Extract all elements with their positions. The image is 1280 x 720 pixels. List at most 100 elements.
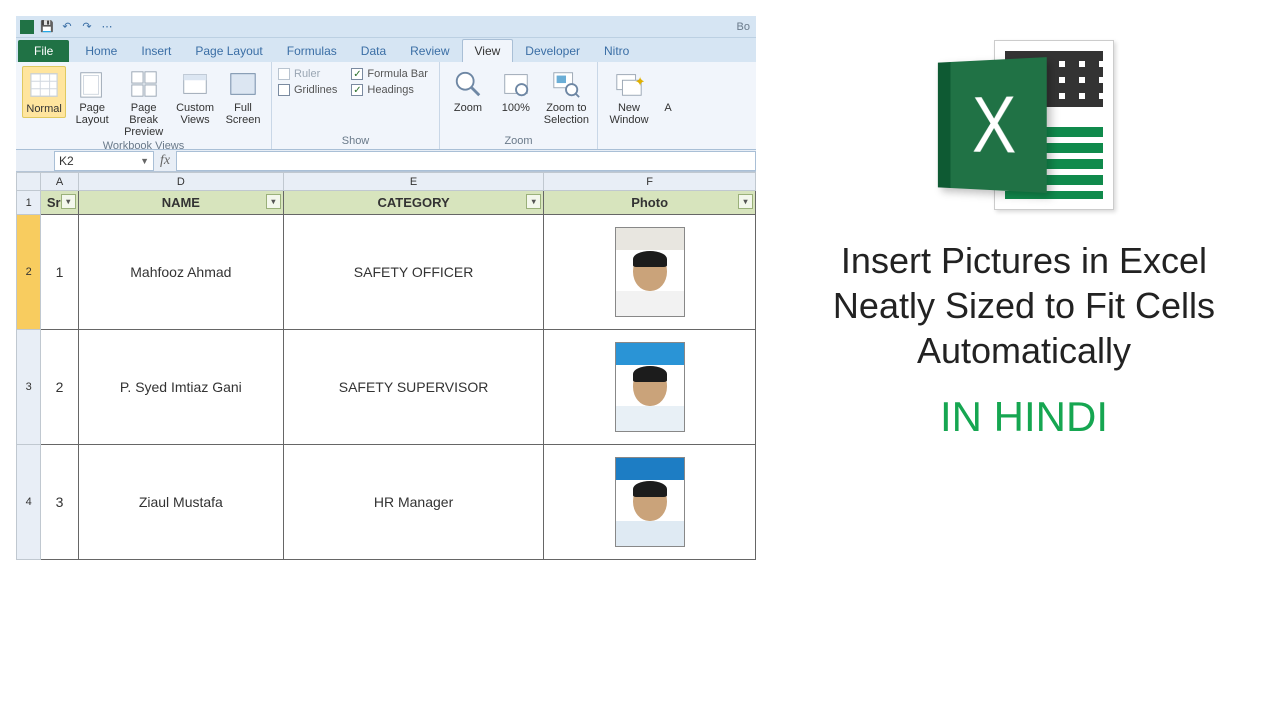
cell-name[interactable]: Ziaul Mustafa — [78, 445, 283, 560]
zoom-icon — [452, 68, 484, 100]
col-header-e[interactable]: E — [283, 173, 543, 191]
normal-view-label: Normal — [26, 103, 61, 115]
full-screen-icon — [227, 68, 259, 100]
cell-sr[interactable]: 3 — [41, 445, 79, 560]
zoom-selection-label: Zoom to Selection — [544, 102, 589, 126]
name-box-value: K2 — [59, 154, 74, 168]
ribbon-group-zoom: Zoom 100% Zoom to Selection Zoom — [440, 62, 598, 149]
custom-views-icon — [179, 68, 211, 100]
custom-views-button[interactable]: Custom Views — [173, 66, 217, 128]
tab-insert[interactable]: Insert — [129, 40, 183, 62]
ribbon-group-window: ✦ New Window A — [598, 62, 756, 149]
page-layout-button[interactable]: Page Layout — [70, 66, 114, 128]
new-window-label: New Window — [606, 102, 652, 126]
name-box[interactable]: K2 ▼ — [54, 151, 154, 171]
save-icon[interactable]: 💾 — [40, 20, 54, 34]
normal-view-button[interactable]: Normal — [22, 66, 66, 118]
gridlines-checkbox[interactable]: Gridlines — [278, 82, 337, 98]
arrange-button-trunc[interactable]: A — [658, 66, 678, 116]
redo-icon[interactable]: ↷ — [80, 20, 94, 34]
tab-data[interactable]: Data — [349, 40, 398, 62]
filter-icon[interactable]: ▾ — [526, 194, 541, 209]
col-header-a[interactable]: A — [41, 173, 79, 191]
zoom-100-button[interactable]: 100% — [494, 66, 538, 116]
ribbon-group-views: Normal Page Layout Page Break Preview — [16, 62, 272, 149]
excel-icon — [20, 20, 34, 34]
header-name[interactable]: NAME▾ — [78, 191, 283, 215]
tab-home[interactable]: Home — [73, 40, 129, 62]
cell-photo[interactable] — [544, 445, 756, 560]
promo-line3: Automatically — [833, 328, 1215, 373]
cell-photo[interactable] — [544, 215, 756, 330]
page-break-button[interactable]: Page Break Preview — [118, 66, 169, 140]
formula-input[interactable] — [176, 151, 756, 171]
excel-logo: X — [934, 40, 1114, 210]
photo-thumbnail[interactable] — [615, 457, 685, 547]
promo-subtitle: IN HINDI — [940, 393, 1108, 441]
page-break-icon — [128, 68, 160, 100]
headings-checkbox[interactable]: ✓Headings — [351, 82, 428, 98]
full-screen-button[interactable]: Full Screen — [221, 66, 265, 128]
zoom-selection-icon — [550, 68, 582, 100]
cell-category[interactable]: HR Manager — [283, 445, 543, 560]
zoom-button[interactable]: Zoom — [446, 66, 490, 116]
tab-formulas[interactable]: Formulas — [275, 40, 349, 62]
tab-view[interactable]: View — [462, 39, 514, 62]
photo-thumbnail[interactable] — [615, 342, 685, 432]
col-header-f[interactable]: F — [544, 173, 756, 191]
svg-text:✦: ✦ — [635, 74, 644, 89]
ribbon-tabs: File Home Insert Page Layout Formulas Da… — [16, 38, 756, 62]
logo-book-icon: X — [938, 57, 1047, 193]
cell-name[interactable]: Mahfooz Ahmad — [78, 215, 283, 330]
filter-icon[interactable]: ▾ — [266, 194, 281, 209]
new-window-icon: ✦ — [613, 68, 645, 100]
zoom-group-label: Zoom — [446, 135, 591, 149]
photo-thumbnail[interactable] — [615, 227, 685, 317]
page-break-label: Page Break Preview — [120, 102, 167, 138]
col-header-d[interactable]: D — [78, 173, 283, 191]
filter-icon[interactable]: ▾ — [61, 194, 76, 209]
cell-sr[interactable]: 1 — [41, 215, 79, 330]
arrange-label-trunc: A — [664, 102, 671, 114]
normal-view-icon — [28, 69, 60, 101]
zoom-label: Zoom — [454, 102, 482, 114]
row-header-1[interactable]: 1 — [17, 191, 41, 215]
table-row: 4 3 Ziaul Mustafa HR Manager — [17, 445, 756, 560]
formula-bar-checkbox[interactable]: ✓Formula Bar — [351, 66, 428, 82]
zoom-100-label: 100% — [502, 102, 530, 114]
promo-title: Insert Pictures in Excel Neatly Sized to… — [833, 238, 1215, 373]
header-category[interactable]: CATEGORY▾ — [283, 191, 543, 215]
logo-letter: X — [964, 78, 1016, 172]
filter-icon[interactable]: ▾ — [738, 194, 753, 209]
fx-icon[interactable]: fx — [154, 153, 176, 169]
file-tab[interactable]: File — [18, 40, 69, 62]
spreadsheet[interactable]: A D E F 1 Sr n▾ NAME▾ CATEGORY▾ Photo▾ 2… — [16, 172, 756, 560]
window-title-tail: Bo — [737, 21, 756, 33]
promo-panel: X Insert Pictures in Excel Neatly Sized … — [784, 32, 1264, 652]
header-photo[interactable]: Photo▾ — [544, 191, 756, 215]
table-row: 2 1 Mahfooz Ahmad SAFETY OFFICER — [17, 215, 756, 330]
cell-category[interactable]: SAFETY SUPERVISOR — [283, 330, 543, 445]
qat-more-icon[interactable]: ⋯ — [100, 20, 114, 34]
header-sr[interactable]: Sr n▾ — [41, 191, 79, 215]
cell-category[interactable]: SAFETY OFFICER — [283, 215, 543, 330]
zoom-selection-button[interactable]: Zoom to Selection — [542, 66, 591, 128]
tab-nitro[interactable]: Nitro — [592, 40, 641, 62]
arrange-icon — [659, 68, 677, 100]
cell-photo[interactable] — [544, 330, 756, 445]
name-box-dropdown-icon[interactable]: ▼ — [140, 156, 149, 166]
cell-name[interactable]: P. Syed Imtiaz Gani — [78, 330, 283, 445]
table-row: 3 2 P. Syed Imtiaz Gani SAFETY SUPERVISO… — [17, 330, 756, 445]
row-header-3[interactable]: 3 — [17, 330, 41, 445]
cell-sr[interactable]: 2 — [41, 330, 79, 445]
tab-developer[interactable]: Developer — [513, 40, 592, 62]
row-header-4[interactable]: 4 — [17, 445, 41, 560]
custom-views-label: Custom Views — [175, 102, 215, 126]
row-header-2[interactable]: 2 — [17, 215, 41, 330]
ruler-checkbox: Ruler — [278, 66, 337, 82]
tab-page-layout[interactable]: Page Layout — [183, 40, 274, 62]
select-all-corner[interactable] — [17, 173, 41, 191]
undo-icon[interactable]: ↶ — [60, 20, 74, 34]
tab-review[interactable]: Review — [398, 40, 461, 62]
new-window-button[interactable]: ✦ New Window — [604, 66, 654, 128]
